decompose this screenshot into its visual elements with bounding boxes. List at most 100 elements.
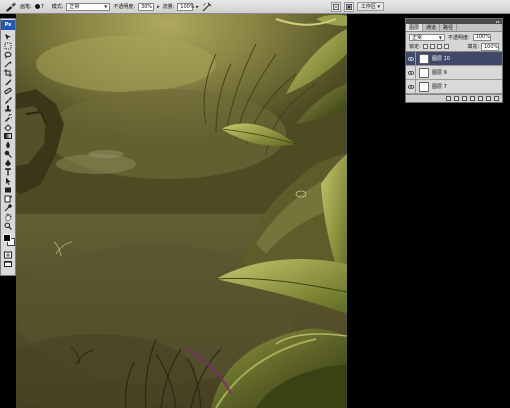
clone-stamp-tool[interactable] — [2, 104, 14, 113]
foreground-color-swatch[interactable] — [2, 234, 11, 242]
lasso-icon — [4, 51, 12, 58]
panel-icon — [345, 3, 352, 10]
history-brush-tool[interactable] — [2, 113, 14, 122]
history-brush-icon — [5, 113, 12, 122]
type-tool[interactable] — [2, 167, 14, 176]
panel-footer — [406, 94, 502, 102]
stamp-icon — [5, 105, 11, 111]
mode-value: 正常 — [69, 4, 80, 10]
notes-icon — [4, 195, 12, 202]
tab-channels[interactable]: 通道 — [423, 24, 441, 31]
path-selection-tool[interactable] — [2, 176, 14, 185]
brush-tip-preview — [34, 4, 40, 9]
layer-row-7[interactable]: 图层 7 — [406, 79, 502, 94]
new-group-button[interactable] — [478, 96, 483, 101]
layer-style-button[interactable] — [454, 96, 459, 101]
eyedropper-tool[interactable] — [2, 203, 14, 212]
tab-paths[interactable]: 路径 — [440, 24, 458, 31]
delete-layer-button[interactable] — [494, 96, 499, 101]
layer-row-10[interactable]: 图层 10 — [406, 51, 502, 66]
document-canvas[interactable] — [16, 14, 347, 408]
crop-tool[interactable] — [2, 68, 14, 77]
visibility-toggle[interactable] — [406, 51, 416, 66]
add-mask-button[interactable] — [462, 96, 467, 101]
adjustment-layer-button[interactable] — [470, 96, 475, 101]
mode-dropdown[interactable]: 正常 ▼ — [66, 2, 111, 11]
dodge-tool[interactable] — [2, 149, 14, 158]
layer-opacity-value: 100% — [475, 34, 490, 40]
slice-tool[interactable] — [2, 77, 14, 86]
lock-label: 锁定: — [409, 44, 421, 50]
lock-position-button[interactable] — [436, 44, 442, 49]
color-swatches — [2, 233, 16, 247]
link-layers-button[interactable] — [446, 96, 451, 101]
layer-row-9[interactable]: 图层 9 — [406, 65, 502, 80]
collapse-icon[interactable]: ▸▸ — [496, 19, 500, 24]
flow-field[interactable]: 100% — [177, 2, 195, 11]
visibility-toggle[interactable] — [406, 79, 416, 94]
layer-list: 图层 10 图层 9 图层 7 — [406, 51, 502, 94]
palette-icon — [332, 3, 339, 10]
blur-tool[interactable] — [2, 140, 14, 149]
magic-wand-icon — [4, 60, 12, 67]
blend-row: 正常 ▼ 不透明度: 100% — [406, 32, 502, 42]
layer-name: 图层 10 — [432, 56, 450, 62]
path-select-icon — [6, 177, 11, 185]
move-tool[interactable] — [2, 32, 14, 41]
zoom-tool[interactable] — [2, 221, 14, 230]
blend-mode-value: 正常 — [412, 34, 423, 41]
lock-all-button[interactable] — [443, 44, 449, 49]
brush-icon — [5, 96, 12, 104]
layers-panel: ▸▸ 图层 通道 路径 正常 ▼ 不透明度: 100% 锁定: 填充: 100% — [405, 18, 503, 103]
quick-mask-icon — [4, 251, 12, 258]
marquee-tool[interactable] — [2, 41, 14, 50]
gradient-tool[interactable] — [2, 131, 14, 140]
options-bar: 画笔: 7 模式: 正常 ▼ 不透明度: 30% ▸ 流量: 100% ▸ 工作… — [0, 0, 510, 14]
new-layer-button[interactable] — [486, 96, 491, 101]
drop-icon — [6, 141, 10, 148]
fill-field[interactable]: 100% — [481, 42, 499, 51]
gradient-icon — [4, 132, 12, 139]
chevron-down-icon: ▼ — [438, 34, 442, 40]
eye-icon — [407, 56, 414, 61]
lock-pixels-button[interactable] — [429, 44, 435, 49]
canvas-painting — [16, 14, 347, 408]
layer-opacity-field[interactable]: 100% — [472, 33, 491, 41]
layer-thumbnail — [419, 53, 429, 64]
dodge-icon — [4, 150, 12, 158]
toggle-brushes-panel-button[interactable] — [330, 1, 341, 12]
shape-tool[interactable] — [2, 185, 14, 194]
brush-size-picker[interactable]: 7 — [34, 2, 49, 12]
marquee-icon — [4, 42, 12, 49]
layer-opacity-label: 不透明度: — [448, 34, 470, 41]
opacity-field[interactable]: 30% — [138, 2, 155, 11]
lasso-tool[interactable] — [2, 50, 14, 59]
quick-mask-button[interactable] — [2, 250, 14, 259]
healing-brush-tool[interactable] — [2, 86, 14, 95]
brush-tool-preset-picker[interactable] — [3, 1, 17, 12]
pen-tool[interactable] — [2, 158, 14, 167]
visibility-toggle[interactable] — [406, 65, 416, 80]
blend-mode-dropdown[interactable]: 正常 ▼ — [409, 33, 445, 41]
screen-mode-button[interactable] — [2, 259, 14, 268]
flow-slider-arrow-icon[interactable]: ▸ — [196, 4, 199, 10]
brush-label: 画笔: — [20, 4, 32, 10]
opacity-slider-arrow-icon[interactable]: ▸ — [157, 4, 160, 10]
photoshop-logo[interactable]: Ps — [1, 20, 15, 30]
brush-tool[interactable] — [2, 95, 14, 104]
airbrush-icon[interactable] — [202, 2, 212, 12]
screen-mode-icon — [4, 260, 12, 267]
eye-icon — [407, 84, 414, 89]
toggle-panel-well-button[interactable] — [343, 1, 354, 12]
workspace-menu-button[interactable]: 工作区 ▾ — [356, 2, 384, 11]
notes-tool[interactable] — [2, 194, 14, 203]
lock-transparency-button[interactable] — [422, 44, 428, 49]
magnifier-icon — [4, 222, 12, 230]
type-icon — [5, 167, 11, 175]
hand-tool[interactable] — [2, 212, 14, 221]
layer-name: 图层 9 — [432, 70, 447, 76]
tab-layers[interactable]: 图层 — [406, 24, 424, 31]
mode-label: 模式: — [51, 4, 64, 10]
magic-wand-tool[interactable] — [2, 59, 14, 68]
eraser-tool[interactable] — [2, 122, 14, 131]
